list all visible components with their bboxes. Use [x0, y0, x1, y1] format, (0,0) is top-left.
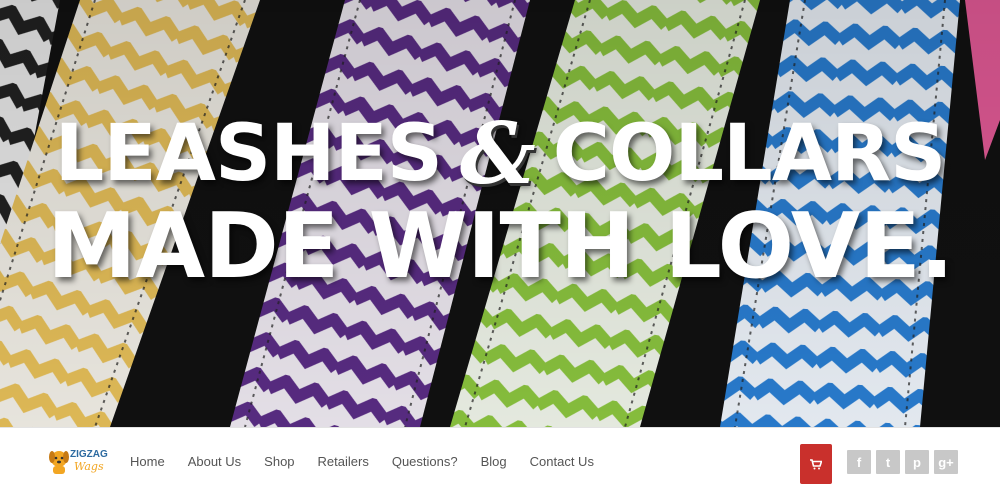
nav-item-about-us[interactable]: About Us	[188, 454, 241, 469]
headline-collars: COLLARS	[552, 109, 947, 199]
nav-item-blog[interactable]: Blog	[481, 454, 507, 469]
nav-item-questions[interactable]: Questions?	[392, 454, 458, 469]
nav-item-retailers[interactable]: Retailers	[318, 454, 369, 469]
google-plus-icon[interactable]: g+	[934, 450, 958, 474]
site-logo[interactable]: ZIGZAG Wags	[48, 445, 108, 481]
nav-item-home[interactable]: Home	[130, 454, 165, 469]
cart-button[interactable]	[800, 444, 832, 484]
hero-headline-line1: LEASHES & COLLARS	[0, 112, 1000, 196]
hero-headline: LEASHES & COLLARS MADE WITH LOVE.	[0, 112, 1000, 292]
hero-banner: LEASHES & COLLARS MADE WITH LOVE.	[0, 0, 1000, 427]
nav-menu: Home About Us Shop Retailers Questions? …	[130, 454, 617, 469]
main-navbar: ZIGZAG Wags Home About Us Shop Retailers…	[0, 427, 1000, 501]
shopping-cart-icon	[810, 458, 822, 469]
pinterest-icon[interactable]: p	[905, 450, 929, 474]
twitter-icon[interactable]: t	[876, 450, 900, 474]
nav-item-shop[interactable]: Shop	[264, 454, 294, 469]
headline-ampersand: &	[459, 104, 536, 203]
social-links: f t p g+	[847, 450, 958, 474]
dog-logo-icon	[49, 451, 69, 474]
facebook-icon[interactable]: f	[847, 450, 871, 474]
nav-item-contact-us[interactable]: Contact Us	[530, 454, 594, 469]
logo-text-zigzag: ZIGZAG	[70, 449, 108, 460]
headline-leashes: LEASHES	[54, 109, 443, 199]
logo-text-wags: Wags	[74, 460, 104, 473]
hero-headline-line2: MADE WITH LOVE.	[46, 194, 954, 299]
